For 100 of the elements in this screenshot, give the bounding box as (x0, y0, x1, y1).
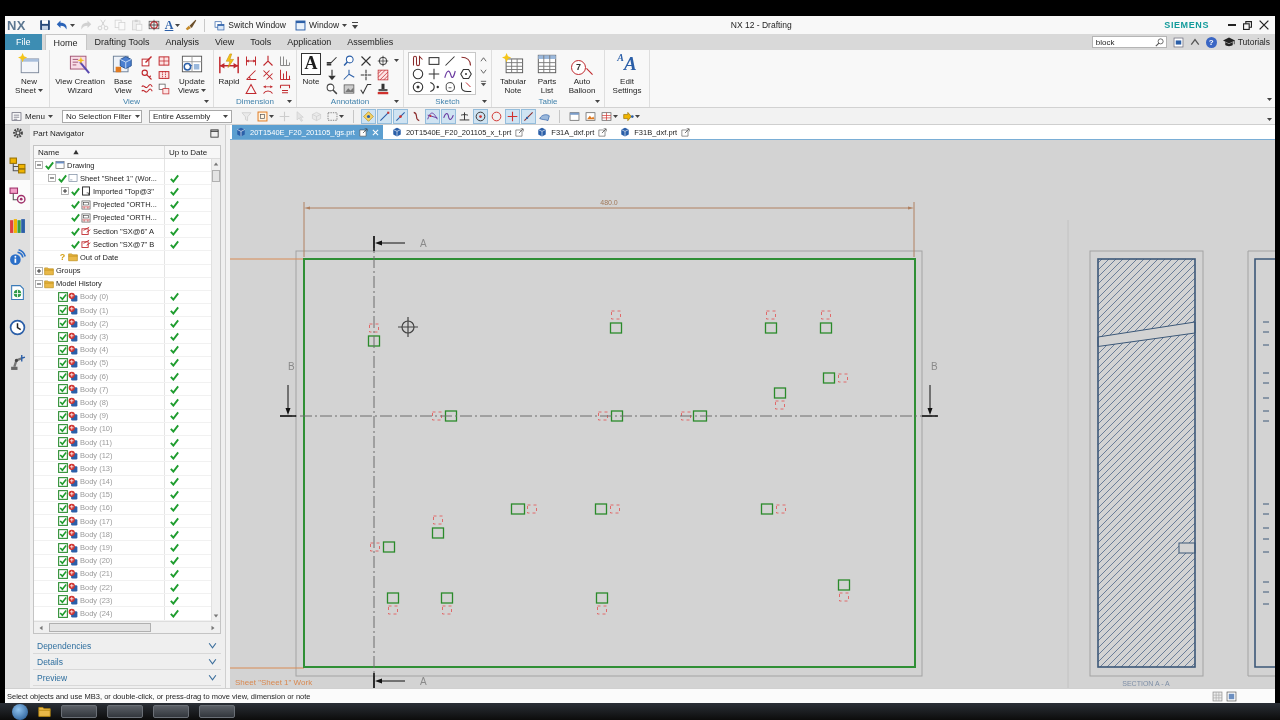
checkbox[interactable] (57, 384, 68, 395)
checkbox[interactable] (57, 463, 68, 474)
window-frame-icon[interactable] (1172, 36, 1184, 48)
search-field[interactable]: block (1091, 36, 1167, 48)
panel-header[interactable]: Preview (33, 670, 221, 686)
expand-icon[interactable] (480, 80, 487, 87)
expand-toggle-icon[interactable] (61, 187, 69, 196)
rounded-corner-icon[interactable] (460, 80, 472, 93)
scrollbar-thumb[interactable] (212, 170, 220, 182)
checkbox[interactable] (57, 318, 68, 329)
ribbon-button[interactable]: 7 Auto Balloon (564, 52, 600, 95)
gear-icon[interactable] (11, 127, 24, 139)
pencil-box-icon[interactable] (141, 55, 153, 67)
ribbon-tab[interactable]: File (5, 34, 42, 50)
hexagon-icon[interactable] (460, 67, 472, 80)
checkbox[interactable] (57, 305, 68, 316)
ribbon-button[interactable]: Tabular Note (496, 52, 530, 95)
down-arrow-icon[interactable] (326, 69, 338, 81)
selection-filter-dropdown[interactable]: No Selection Filter (62, 109, 142, 123)
checkbox[interactable] (57, 516, 68, 527)
chevron-up-icon[interactable] (1189, 37, 1200, 47)
folder-icon[interactable] (38, 705, 51, 718)
dimension-arrows-icon[interactable] (245, 55, 257, 67)
magnifier-icon[interactable] (343, 55, 355, 67)
ribbon-button[interactable]: Base View (110, 52, 136, 95)
ribbon-button[interactable]: New Sheet (13, 52, 45, 95)
restore-icon[interactable] (1243, 20, 1252, 30)
image-frame-icon[interactable] (343, 83, 355, 95)
taskbar-button[interactable] (107, 705, 143, 718)
checkbox[interactable] (57, 608, 68, 619)
scrollbar[interactable] (34, 621, 220, 633)
menu-button[interactable]: Switch Window (210, 17, 290, 33)
spline-icon[interactable] (444, 67, 456, 80)
crossed-lines-icon[interactable] (262, 69, 274, 81)
checkbox[interactable] (57, 476, 68, 487)
checkbox[interactable] (57, 595, 68, 606)
ribbon-tab[interactable]: Drafting Tools (86, 34, 158, 50)
expand-toggle-icon[interactable] (35, 266, 43, 275)
menu-button[interactable]: Menu (11, 110, 53, 122)
ribbon-button[interactable]: Parts List (534, 52, 560, 95)
toolbar-button[interactable] (393, 108, 408, 124)
axis-icon[interactable] (343, 69, 355, 81)
magnifier-icon[interactable] (326, 83, 338, 95)
toolbar-button[interactable] (145, 17, 162, 33)
circle-icon[interactable] (412, 67, 424, 80)
angle-icon[interactable] (245, 69, 257, 81)
checkbox[interactable] (57, 410, 68, 421)
ribbon-tab[interactable]: Home (44, 34, 87, 50)
checkbox[interactable] (57, 542, 68, 553)
checkbox[interactable] (57, 568, 68, 579)
ribbon-button[interactable]: View Creation Wizard (54, 52, 106, 95)
comb-lines-icon[interactable] (279, 69, 291, 81)
fork-icon[interactable] (262, 55, 274, 67)
checkbox[interactable] (57, 397, 68, 408)
checkbox[interactable] (57, 344, 68, 355)
ribbon-tab[interactable]: View (206, 34, 243, 50)
collapse-toggle-icon[interactable] (35, 161, 43, 170)
ribbon-tab[interactable]: Analysis (157, 34, 207, 50)
ribbon-button[interactable]: A Note (301, 52, 321, 86)
x-mark-icon[interactable] (360, 55, 372, 67)
toolbar-button[interactable] (425, 108, 440, 124)
checkbox[interactable] (57, 502, 68, 513)
checkbox[interactable] (57, 437, 68, 448)
tutorials-button[interactable]: Tutorials (1222, 36, 1270, 48)
collapse-toggle-icon[interactable] (35, 279, 43, 288)
leader-icon[interactable] (326, 55, 338, 67)
arc-dimension-icon[interactable] (262, 83, 274, 95)
chevron-up-icon[interactable] (480, 56, 487, 63)
navigator-tab[interactable] (5, 180, 30, 210)
stepped-lines-icon[interactable] (279, 55, 291, 67)
checkbox[interactable] (57, 489, 68, 500)
checkbox[interactable] (57, 331, 68, 342)
triangle-icon[interactable] (245, 83, 257, 95)
crosshair-circle-icon[interactable] (377, 55, 389, 67)
checkbox[interactable] (57, 529, 68, 540)
taskbar-button[interactable] (199, 705, 235, 718)
toolbar-button[interactable] (521, 108, 536, 124)
stacked-boxes-icon[interactable] (158, 83, 170, 95)
scrollbar-thumb[interactable] (49, 623, 151, 632)
close-icon[interactable] (1259, 20, 1269, 30)
root-sign-icon[interactable] (360, 83, 372, 95)
checkbox[interactable] (57, 291, 68, 302)
bracket-lines-icon[interactable] (279, 83, 291, 95)
checkbox[interactable] (57, 450, 68, 461)
split-box-icon[interactable] (158, 55, 170, 67)
toolbar-button[interactable] (473, 108, 488, 124)
checkbox[interactable] (57, 582, 68, 593)
taskbar-button[interactable] (61, 705, 97, 718)
column-header[interactable]: Name (34, 146, 165, 158)
taskbar-button[interactable] (153, 705, 189, 718)
ribbon-button[interactable]: Rapid (218, 52, 240, 86)
ribbon-tab[interactable]: Tools (242, 34, 280, 50)
panel-header[interactable]: Dependencies (33, 638, 221, 654)
maximize-icon[interactable] (210, 128, 219, 138)
double-wave-icon[interactable] (141, 83, 153, 95)
line-icon[interactable] (444, 54, 456, 67)
toolbar-button[interactable] (441, 108, 456, 124)
menu-button[interactable]: Window (291, 17, 352, 33)
chevron-down-icon[interactable] (480, 68, 487, 75)
toolbar-button[interactable] (505, 108, 520, 124)
